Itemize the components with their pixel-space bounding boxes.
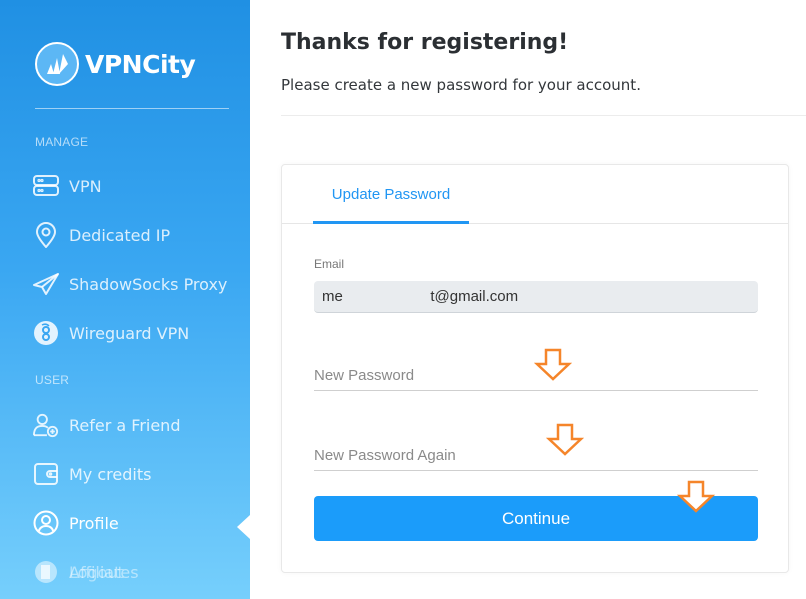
sidebar-item-label: Profile (69, 513, 119, 533)
server-icon (33, 173, 59, 199)
sidebar-item-logout[interactable]: Logout (33, 557, 173, 587)
sidebar-item-dedicated-ip[interactable]: Dedicated IP (33, 220, 170, 250)
header-divider (281, 115, 806, 116)
sidebar-item-label: Refer a Friend (69, 415, 181, 435)
sidebar-divider (35, 108, 229, 109)
sidebar-item-label: Dedicated IP (69, 225, 171, 245)
sidebar-item-profile[interactable]: Profile (33, 508, 119, 538)
sidebar-item-label: My credits (69, 464, 152, 484)
email-label: Email (314, 257, 345, 271)
sidebar-item-my-credits[interactable]: My credits (33, 459, 151, 489)
page-subtitle: Please create a new password for your ac… (281, 76, 641, 94)
logo[interactable]: VPNCity (35, 42, 196, 86)
new-password-field[interactable] (314, 361, 758, 391)
sidebar-item-shadowsocks-proxy[interactable]: ShadowSocks Proxy (33, 269, 227, 299)
wallet-icon (33, 461, 59, 487)
vpncity-logo-icon (35, 42, 79, 86)
add-user-icon (33, 412, 59, 438)
active-tab-underline (313, 221, 469, 224)
logout-icon (33, 559, 59, 585)
sidebar-item-label: ShadowSocks Proxy (69, 274, 228, 294)
new-password-again-field[interactable] (314, 441, 758, 471)
page-title: Thanks for registering! (281, 30, 569, 55)
sidebar-item-label: Logout (69, 562, 124, 582)
user-circle-icon (33, 510, 59, 536)
active-item-indicator (237, 515, 250, 539)
sidebar-item-refer-a-friend[interactable]: Refer a Friend (33, 410, 180, 440)
sidebar-item-wireguard-vpn[interactable]: Wireguard VPN (33, 318, 189, 348)
section-label-manage: MANAGE (35, 135, 89, 149)
sidebar-item-label: Wireguard VPN (69, 323, 190, 343)
tab-bar: Update Password (282, 165, 788, 224)
section-label-user: USER (35, 373, 70, 387)
update-password-card: Update Password Email Continue (281, 164, 789, 573)
sidebar-item-label: VPN (69, 176, 102, 196)
tab-update-password[interactable]: Update Password (313, 165, 469, 224)
sidebar-item-vpn[interactable]: VPN (33, 171, 102, 201)
continue-button[interactable]: Continue (314, 496, 758, 541)
sidebar: VPNCity MANAGE VPN Dedicated IP ShadowSo… (0, 0, 250, 599)
location-pin-icon (33, 222, 59, 248)
paper-plane-icon (33, 271, 59, 297)
email-field[interactable] (314, 281, 758, 313)
brand-name: VPNCity (85, 49, 196, 79)
wireguard-icon (33, 320, 59, 346)
